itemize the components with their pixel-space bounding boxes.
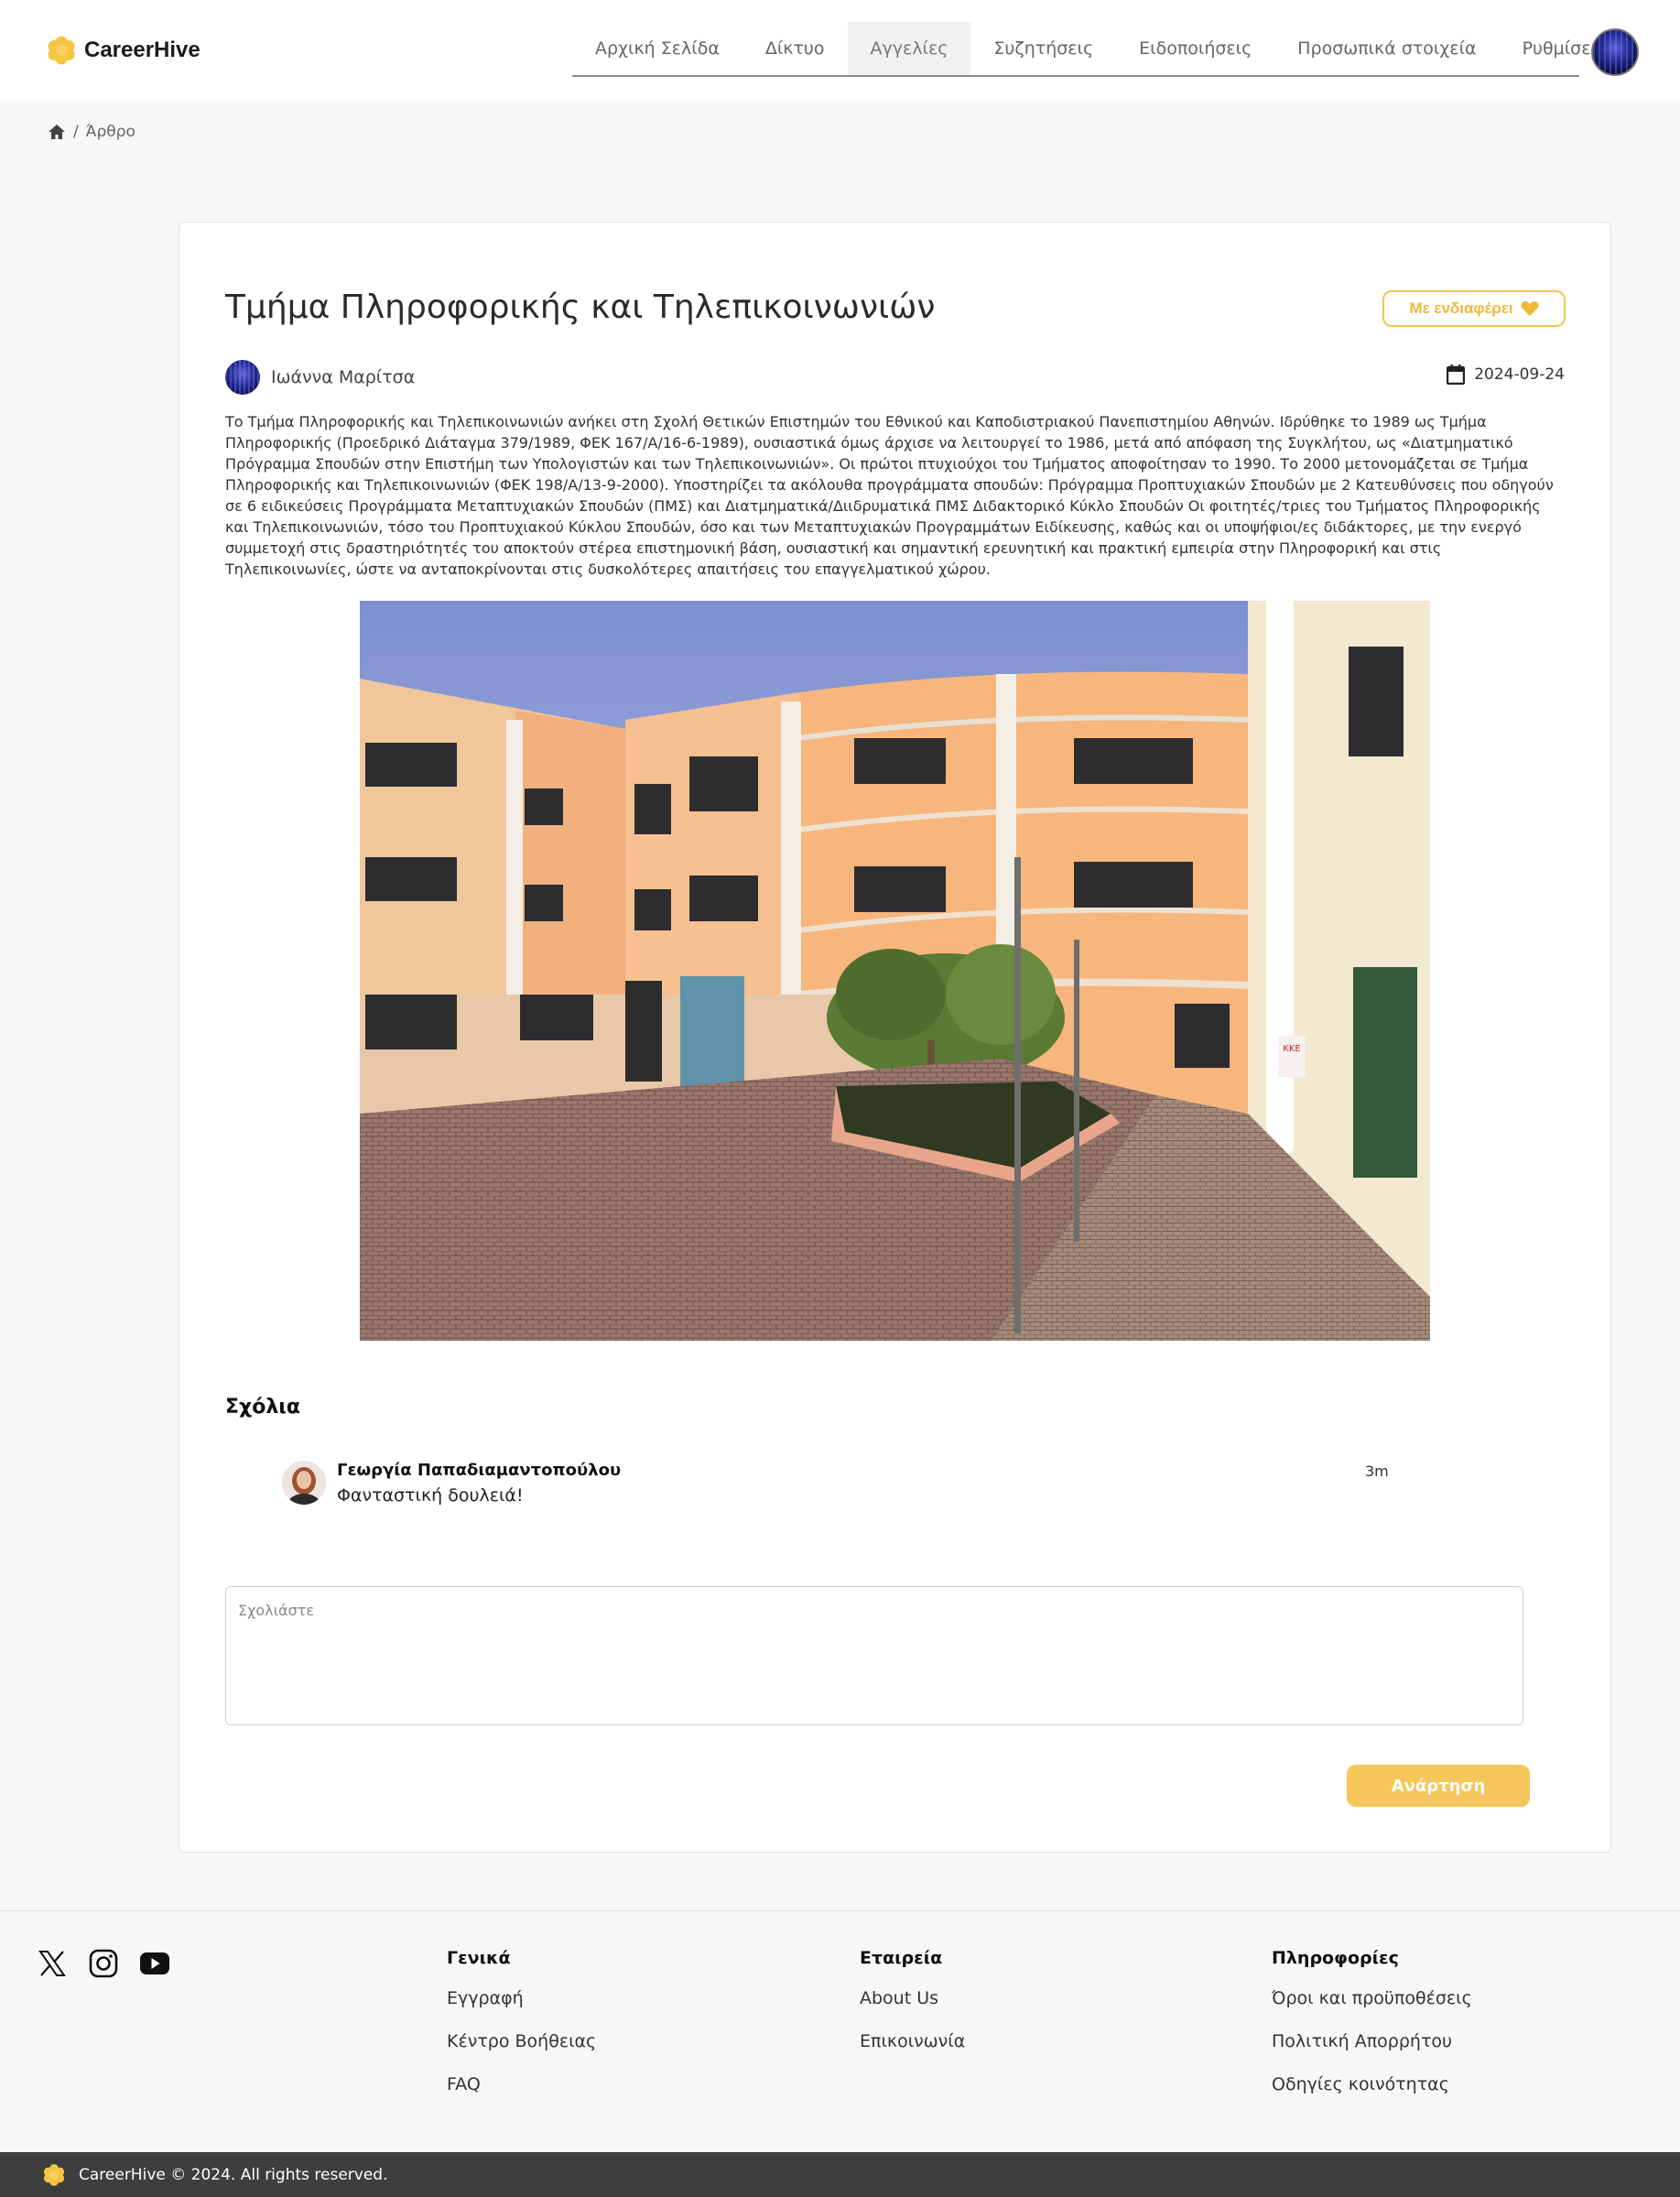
top-header: CareerHive Αρχική Σελίδα Δίκτυο Αγγελίες… (0, 0, 1680, 101)
footer-col-general: Γενικά Εγγραφή Κέντρο Βοήθειας FAQ (447, 1948, 596, 2117)
comment-item: Γεωργία Παπαδιαμαντοπούλου Φανταστική δο… (282, 1461, 1500, 1516)
post-comment-button[interactable]: Ανάρτηση (1347, 1765, 1530, 1807)
copyright-bar: CareerHive © 2024. All rights reserved. (0, 2152, 1680, 2197)
footer-heading-company: Εταιρεία (860, 1948, 943, 1968)
comment-input[interactable] (225, 1586, 1523, 1725)
article-card: Τμήμα Πληροφορικής και Τηλεπικοινωνιών Μ… (179, 222, 1611, 1853)
footer-link-contact[interactable]: Επικοινωνία (860, 2031, 965, 2051)
photo-sign-text: ΚΚΕ (1283, 1044, 1300, 1054)
footer-heading-general: Γενικά (447, 1948, 511, 1968)
author-avatar (225, 360, 260, 395)
footer-link-register[interactable]: Εγγραφή (447, 1988, 596, 2008)
main-nav: Αρχική Σελίδα Δίκτυο Αγγελίες Συζητήσεις… (572, 22, 1607, 77)
comment-time: 3m (1365, 1463, 1389, 1480)
interest-button[interactable]: Με ενδιαφέρει (1382, 290, 1566, 327)
hive-logo-icon (43, 2163, 65, 2186)
article-date: 2024-09-24 (1447, 364, 1565, 385)
breadcrumb: / Άρθρο (48, 123, 135, 141)
footer-col-info: Πληροφορίες Όροι και προϋποθέσεις Πολιτι… (1272, 1948, 1472, 2117)
footer-link-help-center[interactable]: Κέντρο Βοήθειας (447, 2031, 596, 2051)
comment-author[interactable]: Γεωργία Παπαδιαμαντοπούλου (337, 1461, 621, 1480)
author-name: Ιωάννα Μαρίτσα (271, 367, 416, 387)
nav-item-jobs[interactable]: Αγγελίες (847, 22, 971, 75)
footer-link-terms[interactable]: Όροι και προϋποθέσεις (1272, 1988, 1472, 2008)
building-photo: ΚΚΕ (360, 601, 1430, 1341)
comment-text: Φανταστική δουλειά! (337, 1485, 524, 1506)
brand-logo[interactable]: CareerHive (46, 35, 201, 66)
footer-heading-info: Πληροφορίες (1272, 1948, 1399, 1968)
nav-item-home[interactable]: Αρχική Σελίδα (572, 22, 742, 75)
interest-button-label: Με ενδιαφέρει (1409, 299, 1513, 317)
comments-title: Σχόλια (225, 1396, 300, 1419)
article-title: Τμήμα Πληροφορικής και Τηλεπικοινωνιών (225, 288, 936, 326)
footer-link-privacy[interactable]: Πολιτική Απορρήτου (1272, 2031, 1472, 2051)
youtube-icon[interactable] (139, 1948, 170, 1979)
breadcrumb-current: Άρθρο (85, 123, 135, 141)
footer-col-company: Εταιρεία About Us Επικοινωνία (860, 1948, 965, 2074)
copyright-text: CareerHive © 2024. All rights reserved. (79, 2165, 388, 2184)
footer-link-guidelines[interactable]: Οδηγίες κοινότητας (1272, 2074, 1472, 2094)
home-icon[interactable] (48, 123, 66, 141)
user-avatar[interactable] (1591, 28, 1639, 76)
article-author[interactable]: Ιωάννα Μαρίτσα (225, 360, 415, 395)
nav-item-profile[interactable]: Προσωπικά στοιχεία (1274, 22, 1499, 75)
article-body: Το Τμήμα Πληροφορικής και Τηλεπικοινωνιώ… (225, 413, 1554, 578)
nav-item-notifications[interactable]: Ειδοποιήσεις (1116, 22, 1274, 75)
site-footer: Γενικά Εγγραφή Κέντρο Βοήθειας FAQ Εταιρ… (0, 1910, 1680, 2152)
nav-item-discussions[interactable]: Συζητήσεις (970, 22, 1116, 75)
hive-logo-icon (48, 36, 75, 65)
instagram-icon[interactable] (88, 1948, 119, 1979)
calendar-icon (1447, 364, 1466, 385)
date-text: 2024-09-24 (1474, 365, 1565, 384)
social-links (37, 1948, 170, 1979)
footer-link-faq[interactable]: FAQ (447, 2074, 596, 2094)
breadcrumb-separator: / (73, 123, 79, 141)
article-photo: ΚΚΕ (360, 601, 1430, 1341)
nav-item-network[interactable]: Δίκτυο (742, 22, 848, 75)
brand-name: CareerHive (84, 38, 201, 62)
commenter-avatar[interactable] (282, 1461, 326, 1505)
heart-icon (1521, 301, 1538, 316)
x-icon[interactable] (37, 1948, 68, 1979)
footer-link-about[interactable]: About Us (860, 1988, 965, 2008)
